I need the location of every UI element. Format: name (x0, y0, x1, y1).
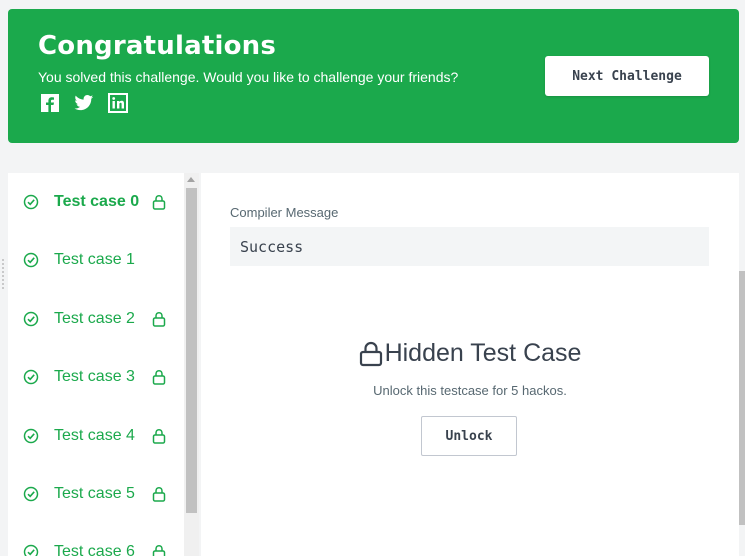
test-case-item-6[interactable]: Test case 6 (8, 523, 184, 556)
panel-scrollbar[interactable] (739, 271, 745, 525)
test-case-sidebar: Test case 0 Test case 1 Test case 2 Test… (8, 173, 184, 556)
lock-icon (152, 428, 166, 444)
test-case-item-3[interactable]: Test case 3 (8, 348, 184, 406)
test-case-label: Test case 3 (54, 368, 135, 385)
unlock-button[interactable]: Unlock (421, 416, 517, 456)
next-challenge-button[interactable]: Next Challenge (545, 56, 709, 96)
hidden-test-case-heading: Hidden Test Case (201, 339, 739, 368)
check-circle-icon (23, 544, 39, 556)
banner-title: Congratulations (38, 31, 277, 61)
lock-icon (152, 194, 166, 210)
sidebar-scrollbar[interactable] (184, 173, 199, 556)
test-case-label: Test case 0 (54, 193, 140, 210)
test-case-item-5[interactable]: Test case 5 (8, 465, 184, 523)
check-circle-icon (23, 428, 39, 444)
scroll-up-arrow-icon[interactable] (187, 177, 195, 182)
twitter-icon[interactable] (74, 93, 94, 113)
social-share-links (40, 93, 128, 113)
lock-icon (152, 369, 166, 385)
check-circle-icon (23, 369, 39, 385)
check-circle-icon (23, 252, 39, 268)
hidden-test-case-title: Hidden Test Case (384, 339, 582, 367)
unlock-description: Unlock this testcase for 5 hackos. (373, 383, 567, 398)
check-circle-icon (23, 311, 39, 327)
test-case-label: Test case 4 (54, 427, 135, 444)
lock-icon (152, 311, 166, 327)
banner-subtitle: You solved this challenge. Would you lik… (38, 69, 459, 85)
test-case-label: Test case 5 (54, 485, 135, 502)
test-case-label: Test case 6 (54, 543, 135, 556)
linkedin-icon[interactable] (108, 93, 128, 113)
lock-icon (152, 486, 166, 502)
check-circle-icon (23, 194, 39, 210)
resize-handle[interactable] (1, 258, 5, 290)
test-case-item-2[interactable]: Test case 2 (8, 290, 184, 348)
test-case-label: Test case 2 (54, 310, 135, 327)
lock-icon (359, 341, 382, 366)
compiler-message-label: Compiler Message (230, 205, 339, 220)
congratulations-banner: Congratulations You solved this challeng… (8, 9, 739, 143)
test-case-item-0[interactable]: Test case 0 (8, 173, 184, 231)
lock-icon (152, 544, 166, 556)
check-circle-icon (23, 486, 39, 502)
test-case-item-1[interactable]: Test case 1 (8, 231, 184, 289)
test-case-label: Test case 1 (54, 251, 135, 268)
scrollbar-thumb[interactable] (186, 188, 197, 513)
facebook-icon[interactable] (40, 93, 60, 113)
test-case-panel: Compiler Message Success Hidden Test Cas… (201, 173, 739, 556)
compiler-message-output: Success (230, 227, 709, 266)
test-case-item-4[interactable]: Test case 4 (8, 407, 184, 465)
